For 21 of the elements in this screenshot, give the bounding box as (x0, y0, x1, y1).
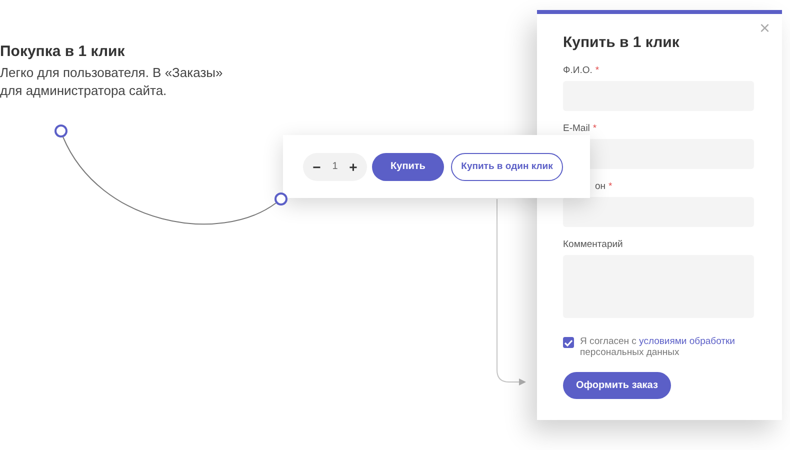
input-field[interactable] (563, 197, 754, 227)
field-label: Комментарий (563, 239, 623, 250)
plus-button[interactable]: + (349, 158, 358, 174)
modal-title: Купить в 1 клик (563, 34, 680, 51)
required-mark: * (608, 181, 612, 192)
checkbox[interactable] (563, 337, 574, 348)
submit-button[interactable]: Оформить заказ (563, 372, 671, 399)
required-mark: * (595, 65, 600, 76)
quantity-value[interactable]: 1 (332, 161, 338, 172)
description: Легко для пользователя. В «Заказы» для администратора сайта. (0, 64, 224, 100)
minus-button[interactable]: − (312, 158, 321, 174)
field-label: E-Mail (563, 123, 590, 134)
required-mark: * (592, 123, 597, 134)
buy-button[interactable]: Купить (372, 152, 444, 180)
heading: Покупка в 1 клик (0, 43, 126, 60)
one-click-button[interactable]: Купить в один клик (451, 152, 563, 180)
field-label: он (595, 181, 606, 192)
terms-link[interactable]: условиями обработки (639, 336, 735, 347)
input-field[interactable] (590, 139, 754, 169)
consent-text: Я согласен с условиями обработки персональных данных (580, 336, 736, 358)
field-label: Ф.И.О. (563, 65, 592, 76)
